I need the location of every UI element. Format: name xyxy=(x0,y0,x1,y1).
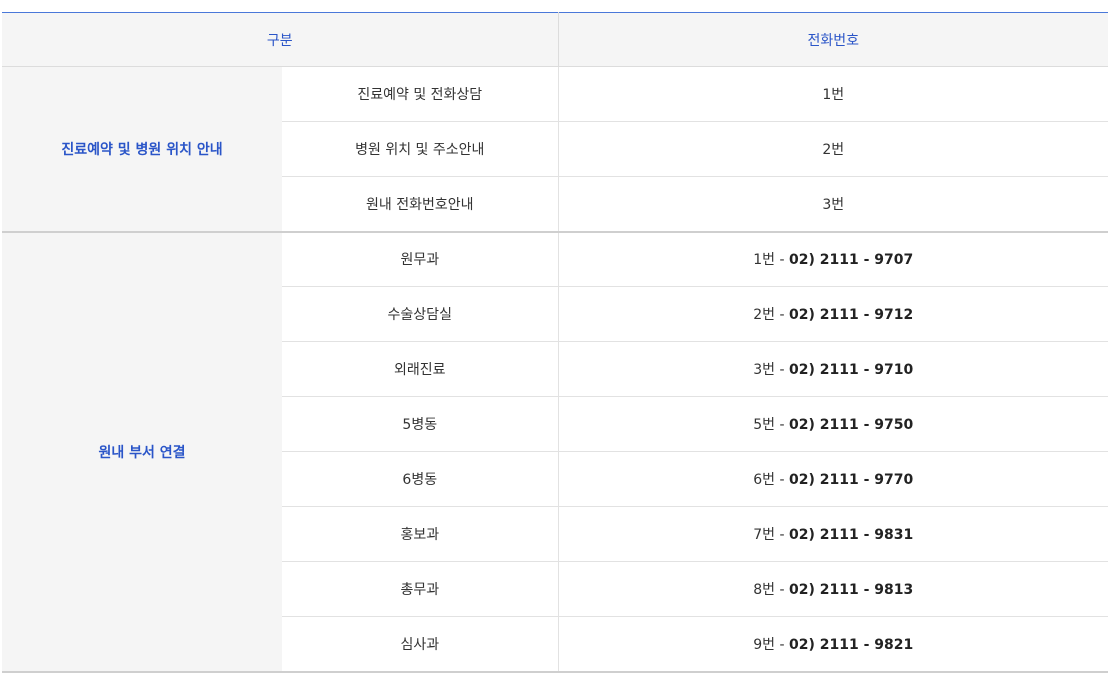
row-phone: 8번 - 02) 2111 - 9813 xyxy=(558,561,1109,617)
row-item: 진료예약 및 전화상담 xyxy=(282,66,559,122)
row-phone: 1번 - 02) 2111 - 9707 xyxy=(558,231,1109,287)
row-item: 수술상담실 xyxy=(282,286,559,342)
ext-number: 1번 - xyxy=(753,252,790,269)
row-item: 총무과 xyxy=(282,561,559,617)
group-label-reservation: 진료예약 및 병원 위치 안내 xyxy=(2,66,282,233)
row-item: 홍보과 xyxy=(282,506,559,562)
phone-number: 02) 2111 - 9712 xyxy=(789,307,914,323)
row-item: 외래진료 xyxy=(282,341,559,397)
table-header-row: 구분 전화번호 xyxy=(2,12,1109,67)
ext-number: 1번 xyxy=(822,87,845,103)
row-phone: 7번 - 02) 2111 - 9831 xyxy=(558,506,1109,562)
row-phone: 1번 xyxy=(558,66,1109,122)
table-row: 원내 부서 연결 원무과 1번 - 02) 2111 - 9707 xyxy=(2,231,1109,673)
phone-table: 구분 전화번호 진료예약 및 병원 위치 안내 진료예약 및 전화상담 1번 병… xyxy=(2,12,1109,673)
phone-number: 02) 2111 - 9750 xyxy=(789,417,914,433)
table-row: 진료예약 및 병원 위치 안내 진료예약 및 전화상담 1번 xyxy=(2,66,1109,233)
ext-number: 3번 - xyxy=(753,362,790,378)
row-phone: 3번 xyxy=(558,176,1109,233)
phone-directory: 구분 전화번호 진료예약 및 병원 위치 안내 진료예약 및 전화상담 1번 병… xyxy=(2,0,1109,673)
ext-number: 2번 - xyxy=(753,307,790,323)
row-item: 병원 위치 및 주소안내 xyxy=(282,121,559,177)
ext-number: 6번 - xyxy=(753,472,790,488)
row-phone: 2번 - 02) 2111 - 9712 xyxy=(558,286,1109,342)
ext-number: 2번 xyxy=(822,142,845,158)
table-body: 진료예약 및 병원 위치 안내 진료예약 및 전화상담 1번 병원 위치 및 주… xyxy=(2,66,1109,673)
phone-number: 02) 2111 - 9813 xyxy=(789,582,914,598)
row-phone: 5번 - 02) 2111 - 9750 xyxy=(558,396,1109,452)
row-item: 6병동 xyxy=(282,451,559,507)
row-item: 5병동 xyxy=(282,396,559,452)
ext-number: 9번 - xyxy=(753,636,790,653)
ext-number: 3번 xyxy=(822,196,845,213)
phone-number: 02) 2111 - 9770 xyxy=(789,472,914,488)
group-label-departments: 원내 부서 연결 xyxy=(2,231,282,673)
ext-number: 5번 - xyxy=(753,417,790,433)
phone-number: 02) 2111 - 9707 xyxy=(789,252,914,269)
header-phone: 전화번호 xyxy=(558,12,1109,67)
header-category: 구분 xyxy=(2,12,559,67)
ext-number: 8번 - xyxy=(753,582,790,598)
row-phone: 9번 - 02) 2111 - 9821 xyxy=(558,616,1109,673)
phone-number: 02) 2111 - 9821 xyxy=(789,636,914,653)
row-phone: 2번 xyxy=(558,121,1109,177)
phone-number: 02) 2111 - 9831 xyxy=(789,527,914,543)
row-phone: 6번 - 02) 2111 - 9770 xyxy=(558,451,1109,507)
ext-number: 7번 - xyxy=(753,527,790,543)
phone-number: 02) 2111 - 9710 xyxy=(789,362,914,378)
row-item: 원무과 xyxy=(282,231,559,287)
row-phone: 3번 - 02) 2111 - 9710 xyxy=(558,341,1109,397)
row-item: 심사과 xyxy=(282,616,559,673)
row-item: 원내 전화번호안내 xyxy=(282,176,559,233)
